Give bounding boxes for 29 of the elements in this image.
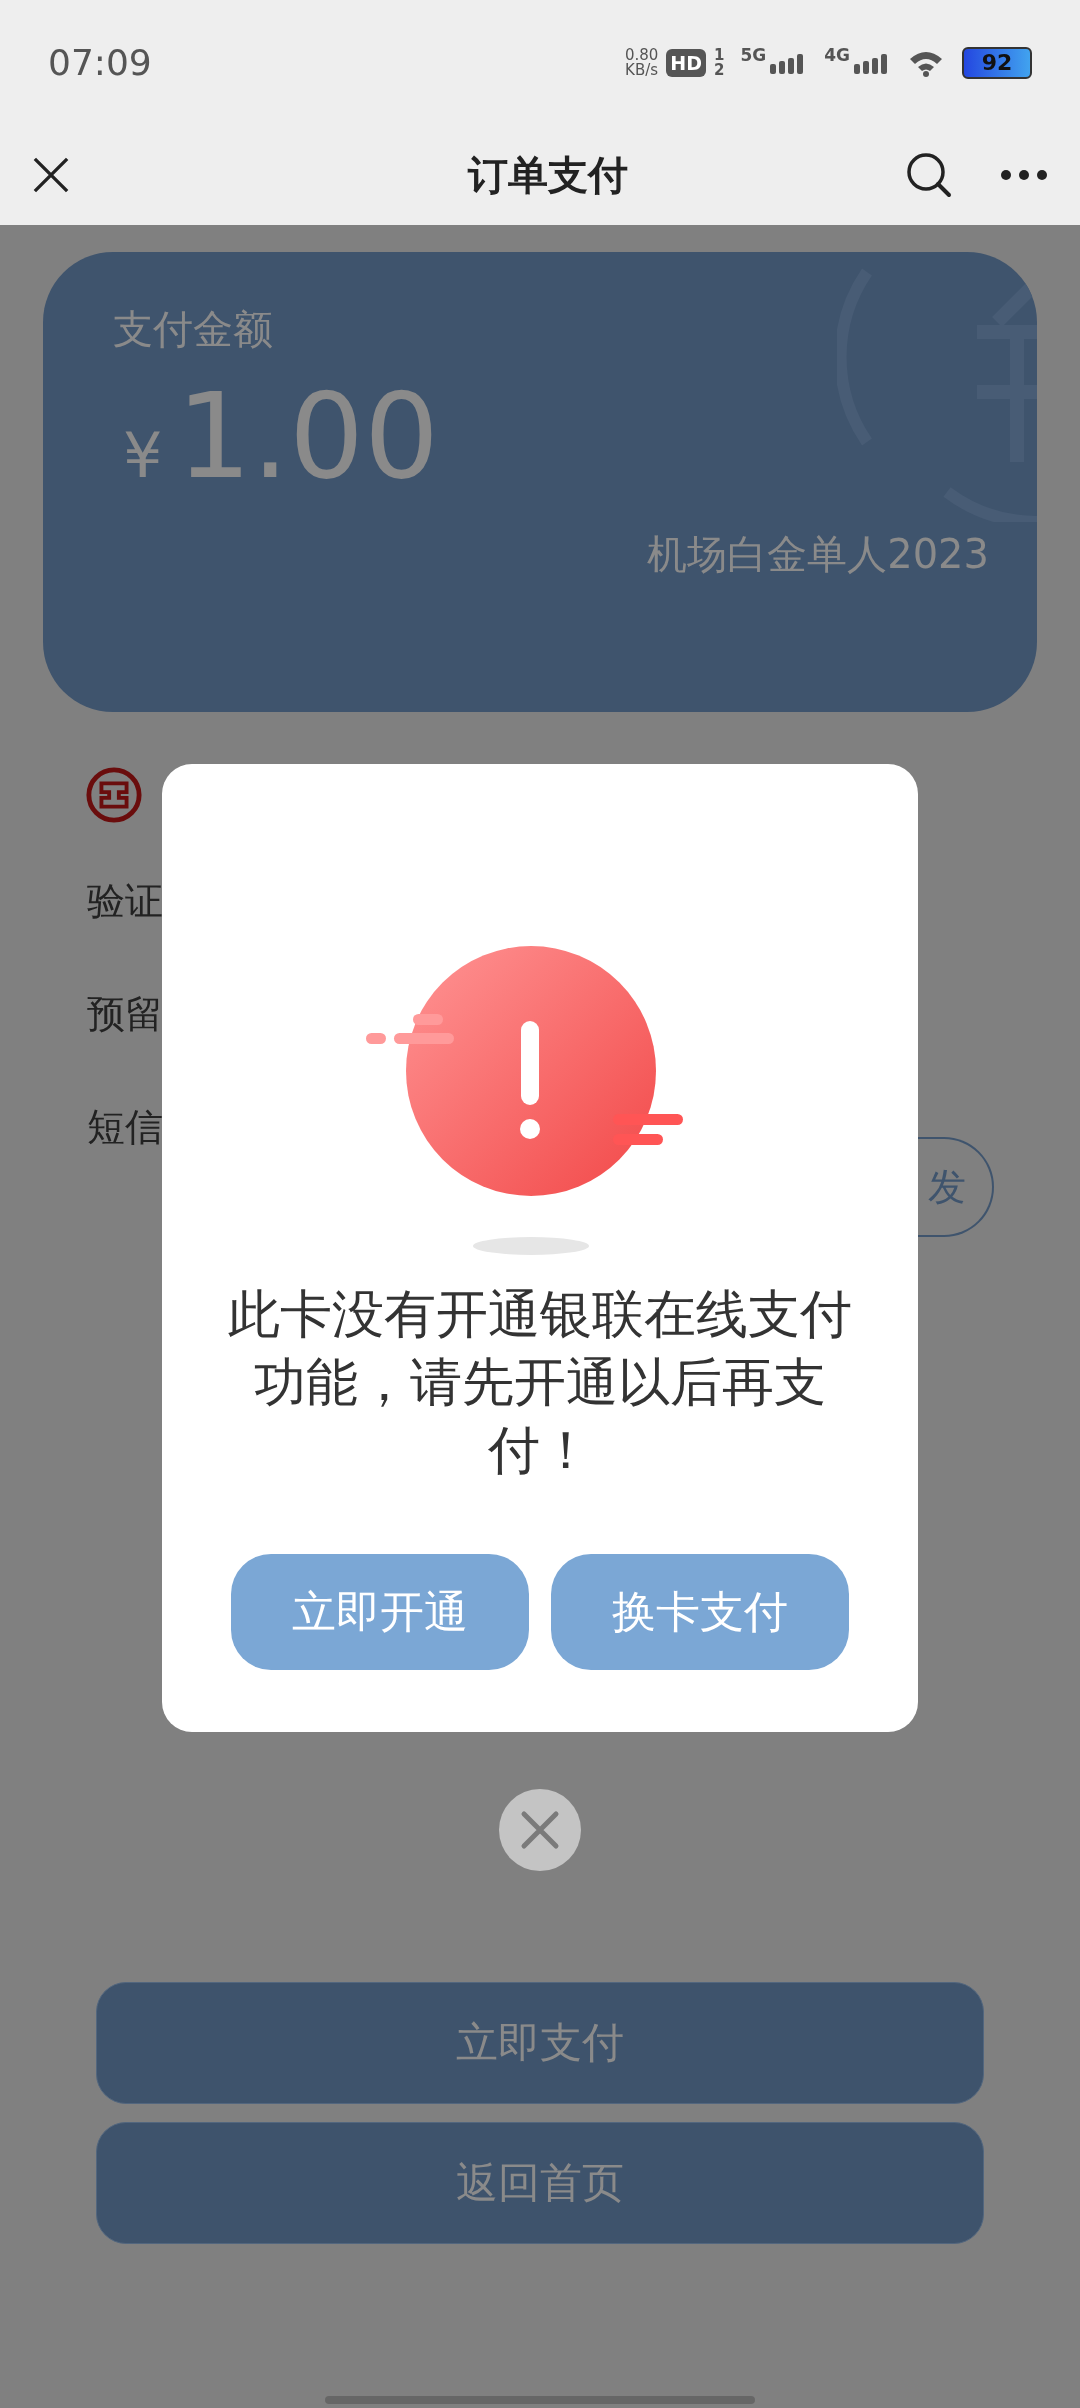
bank-logo-icon [85,766,143,824]
more-icon[interactable] [1000,169,1048,181]
status-time: 07:09 [48,42,152,83]
form-label: 验证 [87,878,164,925]
dialog-message: 此卡没有开通银联在线支付功能，请先开通以后再支付！ [227,1283,853,1482]
dialog-button[interactable]: 立即开通 [231,1554,529,1670]
signal-icon [770,51,805,74]
page-title: 订单支付 [466,150,629,200]
amount-label: 支付金额 [113,305,274,354]
network-type: 4G [824,44,850,65]
network-speed: 0.80 [624,47,659,63]
action-button[interactable]: 立即支付 [96,1982,984,2104]
battery-level: 92 [981,50,1013,75]
network-type: 5G [740,44,767,65]
form-label: 短信 [87,1104,164,1151]
product-name: 机场白金单人2023 [647,530,989,579]
search-icon[interactable] [906,152,952,198]
hd-sim-number: 1 [713,47,725,63]
currency-symbol: ¥ [123,419,163,492]
signal-icon [854,51,888,74]
hd-badge: HD [666,48,706,77]
hd-sim-number: 2 [713,62,725,78]
amount-value: 1.00 [176,367,440,505]
close-icon[interactable] [32,156,70,194]
action-button[interactable]: 返回首页 [96,2122,984,2244]
network-speed-unit: KB/s [625,62,659,78]
dialog-button[interactable]: 换卡支付 [551,1554,849,1670]
form-label: 预留 [87,991,164,1038]
close-icon [520,1810,560,1850]
